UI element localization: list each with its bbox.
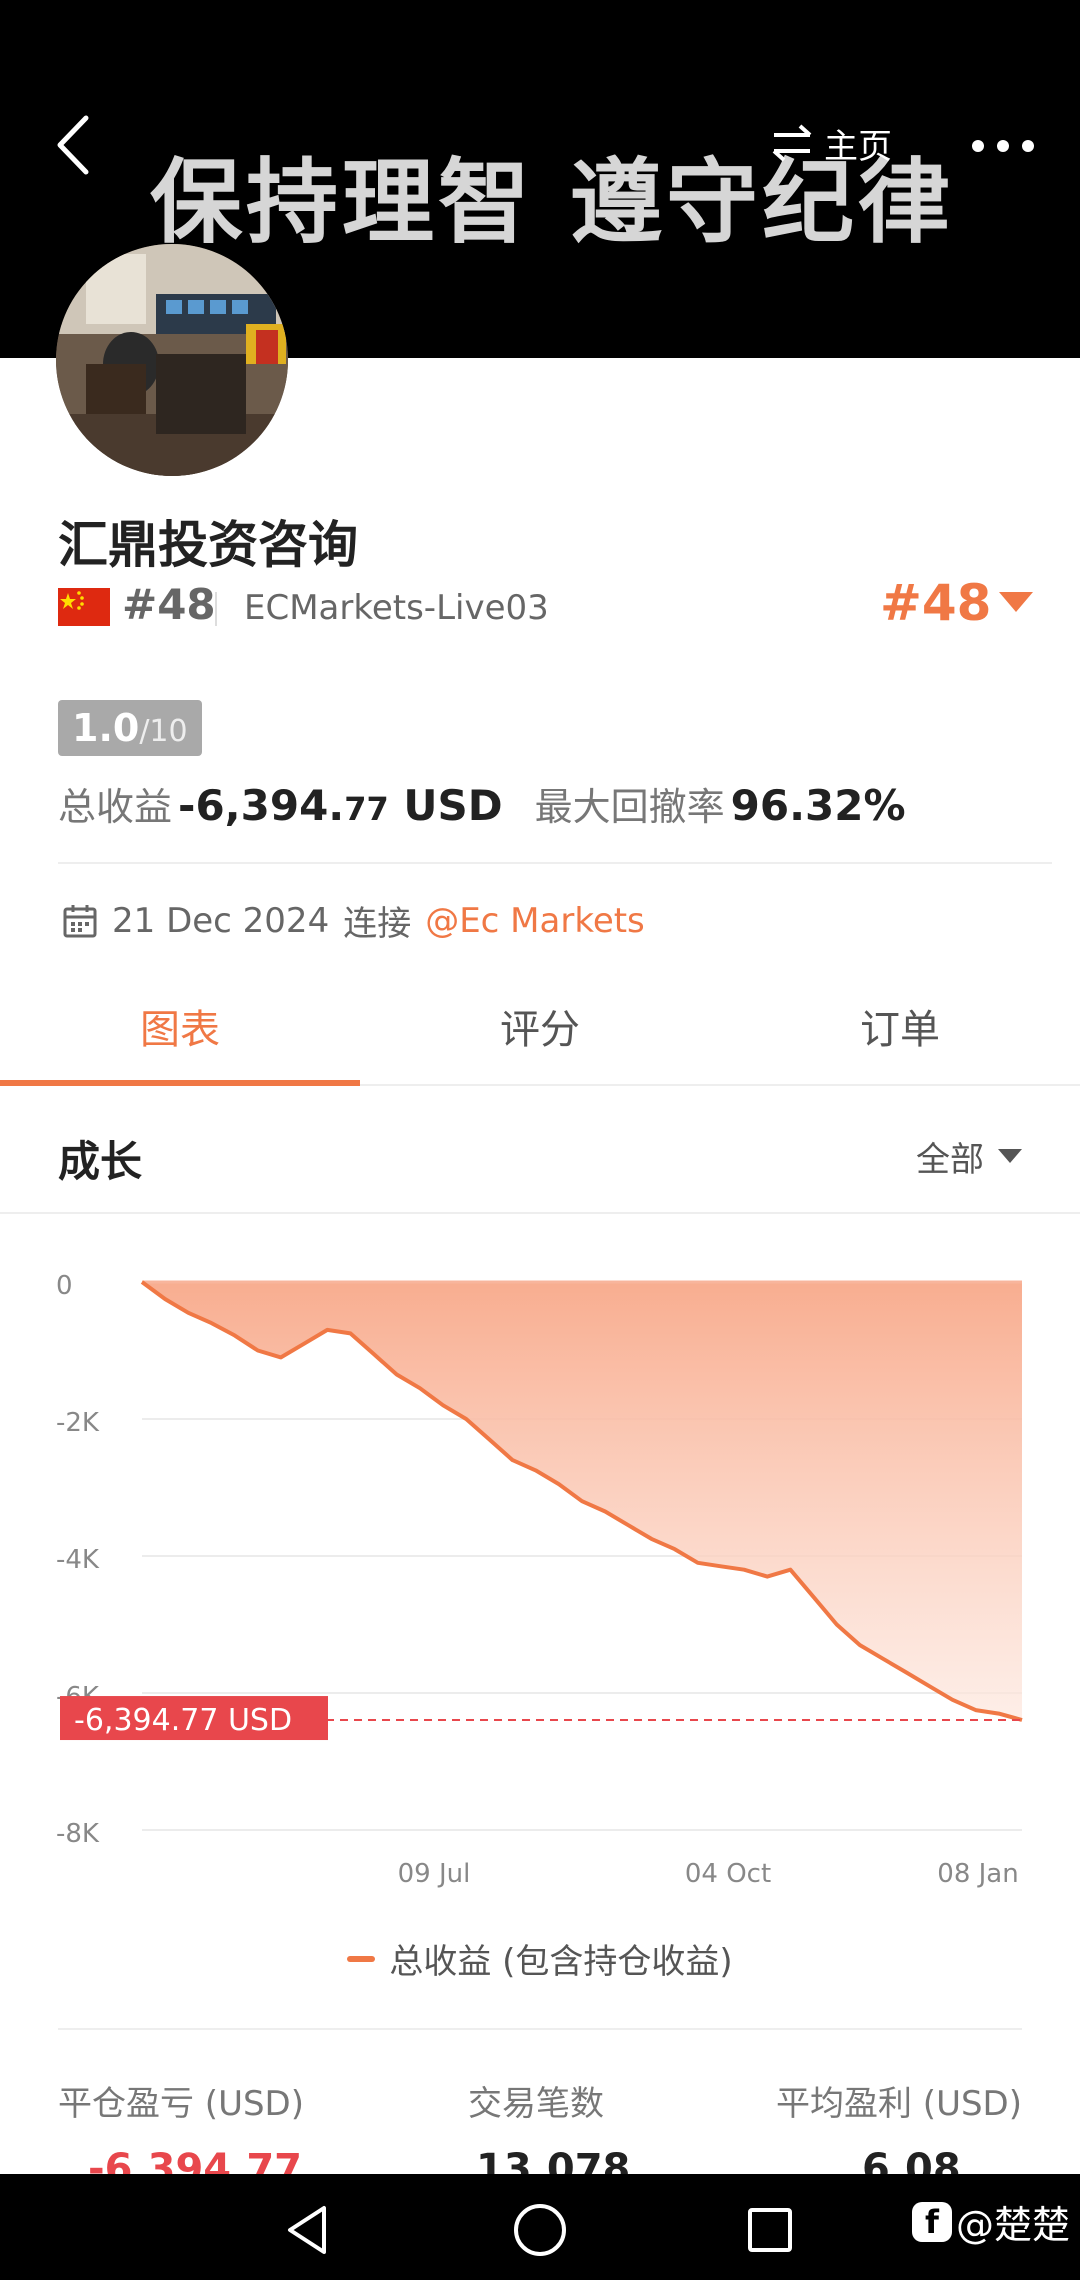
connect-date: 21 Dec 2024 xyxy=(112,900,330,941)
avatar[interactable] xyxy=(56,244,288,476)
score-value: 1.0 xyxy=(72,706,140,750)
growth-chart[interactable]: 0-2K-4K-6K-8K-6,394.77 USD09 Jul04 Oct08… xyxy=(0,1230,1080,1910)
back-button[interactable] xyxy=(50,110,106,180)
more-options-button[interactable] xyxy=(968,126,1038,166)
account-id: ECMarkets-Live03 xyxy=(244,588,549,628)
nav-recents-button[interactable] xyxy=(740,2200,800,2260)
china-flag-icon xyxy=(58,588,110,626)
rank-small: #48 xyxy=(122,580,216,629)
watermark-logo: f xyxy=(912,2201,952,2242)
caret-down-icon xyxy=(998,1148,1022,1163)
x-tick-label: 09 Jul xyxy=(398,1859,471,1889)
home-button[interactable]: 主页 xyxy=(770,118,892,168)
total-profit-unit: USD xyxy=(403,781,503,830)
profile-name: 汇鼎投资咨询 xyxy=(58,516,358,574)
rank-dropdown[interactable]: #48 xyxy=(880,574,1034,632)
score-max: /10 xyxy=(139,714,188,749)
nav-back-button[interactable] xyxy=(278,2200,338,2260)
caret-down-icon xyxy=(999,592,1034,612)
connect-label: 连接 xyxy=(343,904,412,944)
watermark-text: @楚楚 xyxy=(956,2203,1071,2247)
y-tick-label: 0 xyxy=(56,1271,73,1301)
broker-link[interactable]: @Ec Markets xyxy=(425,901,645,941)
legend-swatch xyxy=(347,1955,376,1962)
trade-count-label: 交易笔数 xyxy=(468,2084,604,2124)
y-tick-label: -4K xyxy=(56,1545,100,1575)
y-tick-label: -2K xyxy=(56,1408,100,1438)
circle-home-icon xyxy=(514,2204,566,2256)
back-arrow-icon xyxy=(57,115,89,175)
rank-separator xyxy=(215,592,217,626)
range-select[interactable]: 全部 xyxy=(916,1132,1022,1181)
nav-home-button[interactable] xyxy=(510,2200,570,2260)
total-profit-cents: 77 xyxy=(344,790,389,828)
watermark: f @楚楚 xyxy=(912,2194,1070,2249)
range-label: 全部 xyxy=(916,1140,984,1180)
closed-pnl-label: 平仓盈亏 (USD) xyxy=(58,2084,304,2124)
more-dots-icon xyxy=(972,140,1034,152)
tab-rating[interactable]: 评分 xyxy=(360,990,720,1084)
total-profit-label: 总收益 xyxy=(58,785,173,829)
divider xyxy=(58,2028,1022,2030)
tab-chart[interactable]: 图表 xyxy=(0,990,360,1086)
current-value-label: -6,394.77 USD xyxy=(74,1703,292,1738)
y-tick-label: -8K xyxy=(56,1819,100,1849)
max-drawdown-value: 96.32% xyxy=(730,781,906,830)
divider xyxy=(58,862,1052,864)
section-title: 成长 xyxy=(58,1137,143,1186)
rank-large: #48 xyxy=(880,574,992,632)
calendar-icon xyxy=(63,904,97,937)
avatar-photo xyxy=(56,244,288,476)
square-recents-icon xyxy=(748,2208,792,2252)
connect-info: 21 Dec 2024 连接 @Ec Markets xyxy=(62,896,645,945)
x-tick-label: 08 Jan xyxy=(937,1859,1018,1889)
max-drawdown-label: 最大回撤率 xyxy=(534,785,725,829)
home-label: 主页 xyxy=(824,126,892,167)
legend-label: 总收益 (包含持仓收益) xyxy=(389,1942,733,1982)
stats-line: 总收益 -6,394.77 USD 最大回撤率 96.32% xyxy=(58,776,906,831)
total-profit-value: -6,394.77 USD xyxy=(178,781,503,830)
triangle-back-icon xyxy=(288,2206,326,2254)
summary-stats: 平仓盈亏 (USD) 交易笔数 平均盈利 (USD) -6,394.77 13,… xyxy=(58,2076,1022,2192)
growth-section-header: 成长 全部 xyxy=(0,1090,1080,1214)
total-profit-main: -6,394. xyxy=(178,781,345,830)
swap-icon xyxy=(772,124,812,162)
tab-orders[interactable]: 订单 xyxy=(720,990,1080,1084)
x-tick-label: 04 Oct xyxy=(685,1859,771,1889)
chart-legend: 总收益 (包含持仓收益) xyxy=(0,1934,1080,1983)
avg-profit-label: 平均盈利 (USD) xyxy=(776,2084,1022,2124)
score-badge: 1.0 /10 xyxy=(58,700,202,756)
tab-bar: 图表 评分 订单 xyxy=(0,990,1080,1086)
